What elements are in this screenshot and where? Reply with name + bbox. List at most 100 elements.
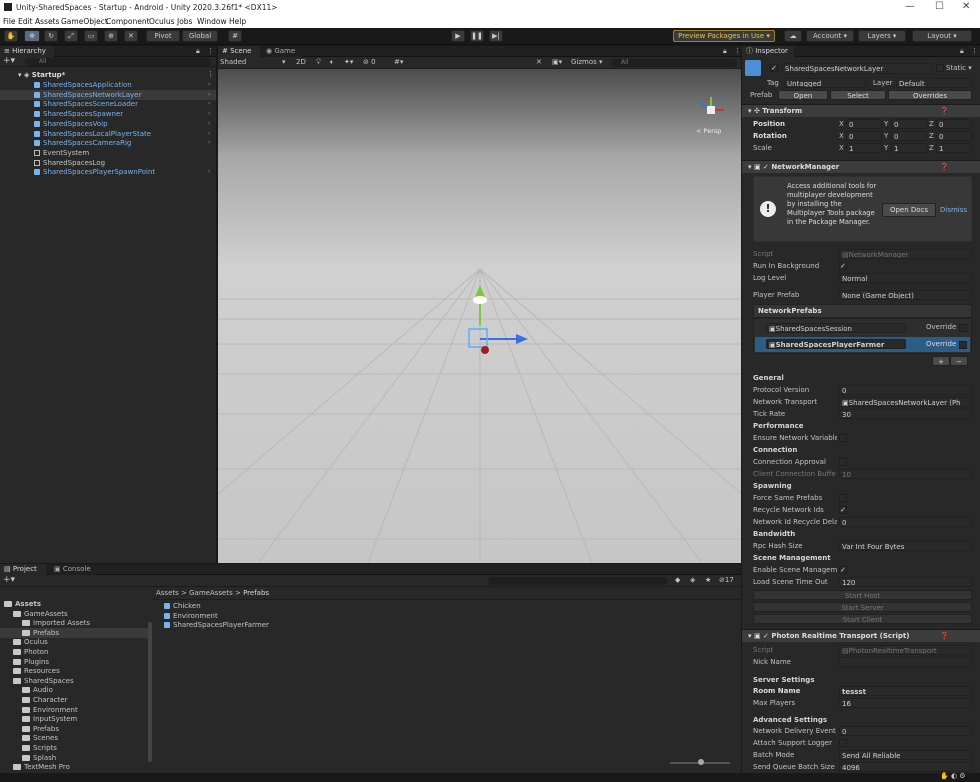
tag-dropdown[interactable]: Untagged — [784, 78, 866, 88]
transform-tool-icon[interactable]: ⊕ — [104, 30, 118, 42]
scene-lock-icon[interactable]: 🔒︎ — [723, 47, 727, 56]
close-button[interactable]: ✕ — [962, 1, 970, 12]
project-file-item[interactable]: SharedSpacesPlayerFarmer — [164, 620, 269, 630]
remove-prefab-button[interactable]: − — [950, 356, 968, 366]
delivery-field[interactable]: 0 — [839, 726, 972, 736]
chevron-right-icon[interactable]: › — [208, 91, 210, 98]
project-tree-item[interactable]: Oculus — [13, 637, 48, 647]
scene-search-input[interactable]: All — [611, 59, 737, 67]
project-tree-item[interactable]: Resources — [13, 666, 60, 676]
grid-snap-icon[interactable]: # — [228, 30, 242, 42]
project-tree-item[interactable]: Prefabs — [22, 724, 59, 734]
transform-rot-z-field[interactable]: 0 — [936, 131, 972, 141]
hierarchy-item[interactable]: SharedSpacesSpawner — [34, 109, 123, 119]
game-tab[interactable]: ◉ Game — [262, 46, 302, 57]
force-same-checkbox[interactable] — [839, 494, 847, 502]
photon-header[interactable]: ▾ ▣ ✓ Photon Realtime Transport (Script)… — [742, 629, 980, 642]
project-tree-item[interactable]: Scripts — [22, 743, 57, 753]
scene-more-icon[interactable]: ⋮ — [207, 70, 214, 78]
batch-dropdown[interactable]: Send All Reliable — [839, 750, 972, 760]
transform-pos-z-field[interactable]: 0 — [936, 119, 972, 129]
load-timeout-field[interactable]: 120 — [839, 577, 972, 587]
filter-type-icon[interactable]: ◆ — [675, 576, 680, 584]
camera-icon[interactable]: ▣▾ — [552, 58, 562, 66]
scene-more-icon[interactable]: ⋮ — [734, 47, 741, 55]
scene-tab[interactable]: # Scene — [218, 46, 260, 57]
pause-button[interactable]: ❚❚ — [470, 30, 484, 42]
prefab-open-button[interactable]: Open — [778, 90, 828, 100]
active-checkbox[interactable]: ✓ — [770, 64, 778, 72]
transform-scl-y-field[interactable]: 1 — [891, 143, 927, 153]
account-dropdown[interactable]: Account ▾ — [806, 30, 854, 42]
project-tree-item[interactable]: TextMesh Pro — [13, 762, 70, 772]
hierarchy-item[interactable]: SharedSpacesLog — [34, 158, 105, 168]
pivot-toggle[interactable]: Pivot — [146, 30, 180, 42]
menu-window[interactable]: Window — [197, 17, 227, 26]
console-tab[interactable]: ▣ Console — [50, 564, 96, 575]
run-bg-checkbox[interactable]: ✓ — [839, 262, 847, 270]
prefab-overrides-button[interactable]: Overrides — [888, 90, 972, 100]
menu-oculus[interactable]: Oculus — [149, 17, 175, 26]
tick-field[interactable]: 30 — [839, 409, 972, 419]
scene-viewport[interactable]: < Persp — [218, 69, 741, 563]
breadcrumb-prefabs[interactable]: Prefabs — [243, 589, 269, 597]
player-prefab-field[interactable]: None (Game Object) — [839, 290, 972, 300]
step-button[interactable]: ▶| — [489, 30, 503, 42]
global-toggle[interactable]: Global — [182, 30, 218, 42]
hierarchy-item[interactable]: SharedSpacesVoip — [34, 119, 108, 129]
tree-scrollbar[interactable] — [148, 622, 152, 762]
prefab-entry-2-field[interactable]: ▣SharedSpacesPlayerFarmer — [766, 339, 906, 349]
project-tree-item[interactable]: Scenes — [22, 733, 58, 743]
hierarchy-item[interactable]: SharedSpacesCameraRig — [34, 138, 131, 148]
chevron-right-icon[interactable]: › — [208, 100, 210, 107]
start-server-button[interactable]: Start Server — [753, 602, 972, 612]
menu-assets[interactable]: Assets — [35, 17, 59, 26]
inspector-more-icon[interactable]: ⋮ — [971, 47, 978, 55]
chevron-right-icon[interactable]: › — [208, 139, 210, 146]
lighting-icon[interactable]: 💡︎ — [316, 58, 321, 67]
inspector-tab[interactable]: ⓘ Inspector — [742, 46, 794, 57]
inspector-lock-icon[interactable]: 🔒︎ — [960, 47, 964, 56]
menu-component[interactable]: Component — [106, 17, 150, 26]
menu-edit[interactable]: Edit — [18, 17, 33, 26]
prefab-entry-1-field[interactable]: ▣SharedSpacesSession — [766, 323, 906, 333]
custom-tool-icon[interactable]: ✕ — [124, 30, 138, 42]
room-field[interactable]: tessst — [839, 686, 972, 696]
project-tree-item[interactable]: GameAssets — [13, 609, 68, 619]
rotate-tool-icon[interactable]: ↻ — [44, 30, 58, 42]
effects-icon[interactable]: ✦▾ — [344, 58, 353, 66]
hidden-packages-icon[interactable]: ⊘17 — [719, 576, 734, 584]
add-icon[interactable]: +▾ — [3, 56, 15, 66]
filter-label-icon[interactable]: ◈ — [690, 576, 695, 584]
transform-scl-x-field[interactable]: 1 — [846, 143, 882, 153]
layout-dropdown[interactable]: Layout ▾ — [912, 30, 972, 42]
project-tree-item[interactable]: Plugins — [13, 657, 49, 667]
hierarchy-item[interactable]: EventSystem — [34, 148, 89, 158]
status-icons[interactable]: ✋ ◐ ⚙ — [940, 772, 966, 780]
hand-tool-icon[interactable]: ✋ — [4, 30, 18, 42]
menu-gameobject[interactable]: GameObject — [61, 17, 108, 26]
hierarchy-item[interactable]: SharedSpacesLocalPlayerState — [34, 129, 151, 139]
recycle-checkbox[interactable]: ✓ — [839, 506, 847, 514]
hierarchy-item[interactable]: SharedSpacesApplication — [34, 80, 132, 90]
project-tree-item[interactable]: Photon — [13, 647, 48, 657]
rect-tool-icon[interactable]: ▭ — [84, 30, 98, 42]
menu-file[interactable]: File — [3, 17, 16, 26]
prefab-select-button[interactable]: Select — [830, 90, 886, 100]
project-tree-item[interactable]: Splash — [22, 753, 56, 763]
move-tool-icon[interactable]: ✥ — [24, 30, 40, 42]
project-tree-item[interactable]: SharedSpaces — [13, 676, 74, 686]
add-prefab-button[interactable]: + — [932, 356, 950, 366]
transform-rot-y-field[interactable]: 0 — [891, 131, 927, 141]
shading-dropdown[interactable]: Shaded — [220, 58, 246, 66]
scene-root[interactable]: ▾ ◈ Startup* — [18, 70, 65, 80]
maximize-button[interactable]: ☐ — [935, 1, 944, 12]
project-tree-item[interactable]: InputSystem — [22, 714, 77, 724]
layers-dropdown[interactable]: Layers ▾ — [858, 30, 906, 42]
project-tree-item[interactable]: Environment — [22, 705, 78, 715]
transform-pos-x-field[interactable]: 0 — [846, 119, 882, 129]
favorite-icon[interactable]: ★ — [705, 576, 711, 584]
start-client-button[interactable]: Start Client — [753, 614, 972, 624]
scale-tool-icon[interactable]: ⤢ — [64, 30, 78, 42]
networkmanager-header[interactable]: ▾ ▣ ✓ NetworkManager ❓ — [742, 160, 980, 173]
